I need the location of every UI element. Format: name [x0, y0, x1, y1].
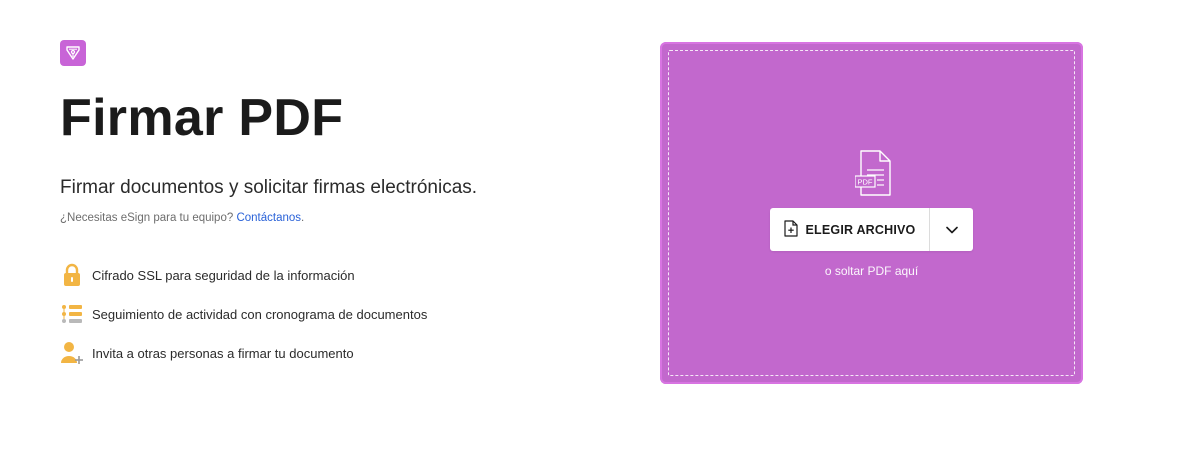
contact-link[interactable]: Contáctanos [236, 212, 301, 224]
choose-file-label: ELEGIR ARCHIVO [805, 222, 916, 237]
page-subtitle: Firmar documentos y solicitar firmas ele… [60, 177, 478, 198]
page: Firmar PDF Firmar documentos y solicitar… [0, 0, 1200, 466]
sign-tool-icon [60, 40, 86, 66]
feature-item: Cifrado SSL para seguridad de la informa… [60, 262, 620, 288]
pdf-badge-text: PDF [858, 178, 873, 187]
invite-user-icon [60, 341, 84, 365]
intro-column: Firmar PDF Firmar documentos y solicitar… [60, 40, 620, 379]
feature-text: Invita a otras personas a firmar tu docu… [92, 345, 354, 361]
esign-suffix: . [301, 212, 305, 224]
feature-list: Cifrado SSL para seguridad de la informa… [60, 262, 620, 366]
feature-text: Seguimiento de actividad con cronograma … [92, 306, 428, 322]
pdf-file-icon: PDF [854, 150, 895, 196]
page-title: Firmar PDF [60, 89, 344, 147]
esign-contact-line: ¿Necesitas eSign para tu equipo? Contáct… [60, 210, 620, 226]
add-file-icon [783, 219, 798, 240]
feature-text: Cifrado SSL para seguridad de la informa… [92, 267, 355, 283]
lock-icon [60, 263, 84, 287]
esign-prompt: ¿Necesitas eSign para tu equipo? [60, 212, 234, 224]
upload-options-dropdown[interactable] [930, 208, 973, 251]
chevron-down-icon [945, 221, 958, 239]
file-dropzone[interactable]: PDF ELEGIR ARCHIVO o soltar PDF aquí [660, 42, 1083, 384]
timeline-list-icon [60, 302, 84, 326]
feature-item: Seguimiento de actividad con cronograma … [60, 301, 620, 327]
drop-hint-text: o soltar PDF aquí [824, 264, 919, 278]
choose-file-button[interactable]: ELEGIR ARCHIVO [770, 208, 930, 251]
choose-file-group: ELEGIR ARCHIVO [770, 208, 973, 251]
feature-item: Invita a otras personas a firmar tu docu… [60, 340, 620, 366]
